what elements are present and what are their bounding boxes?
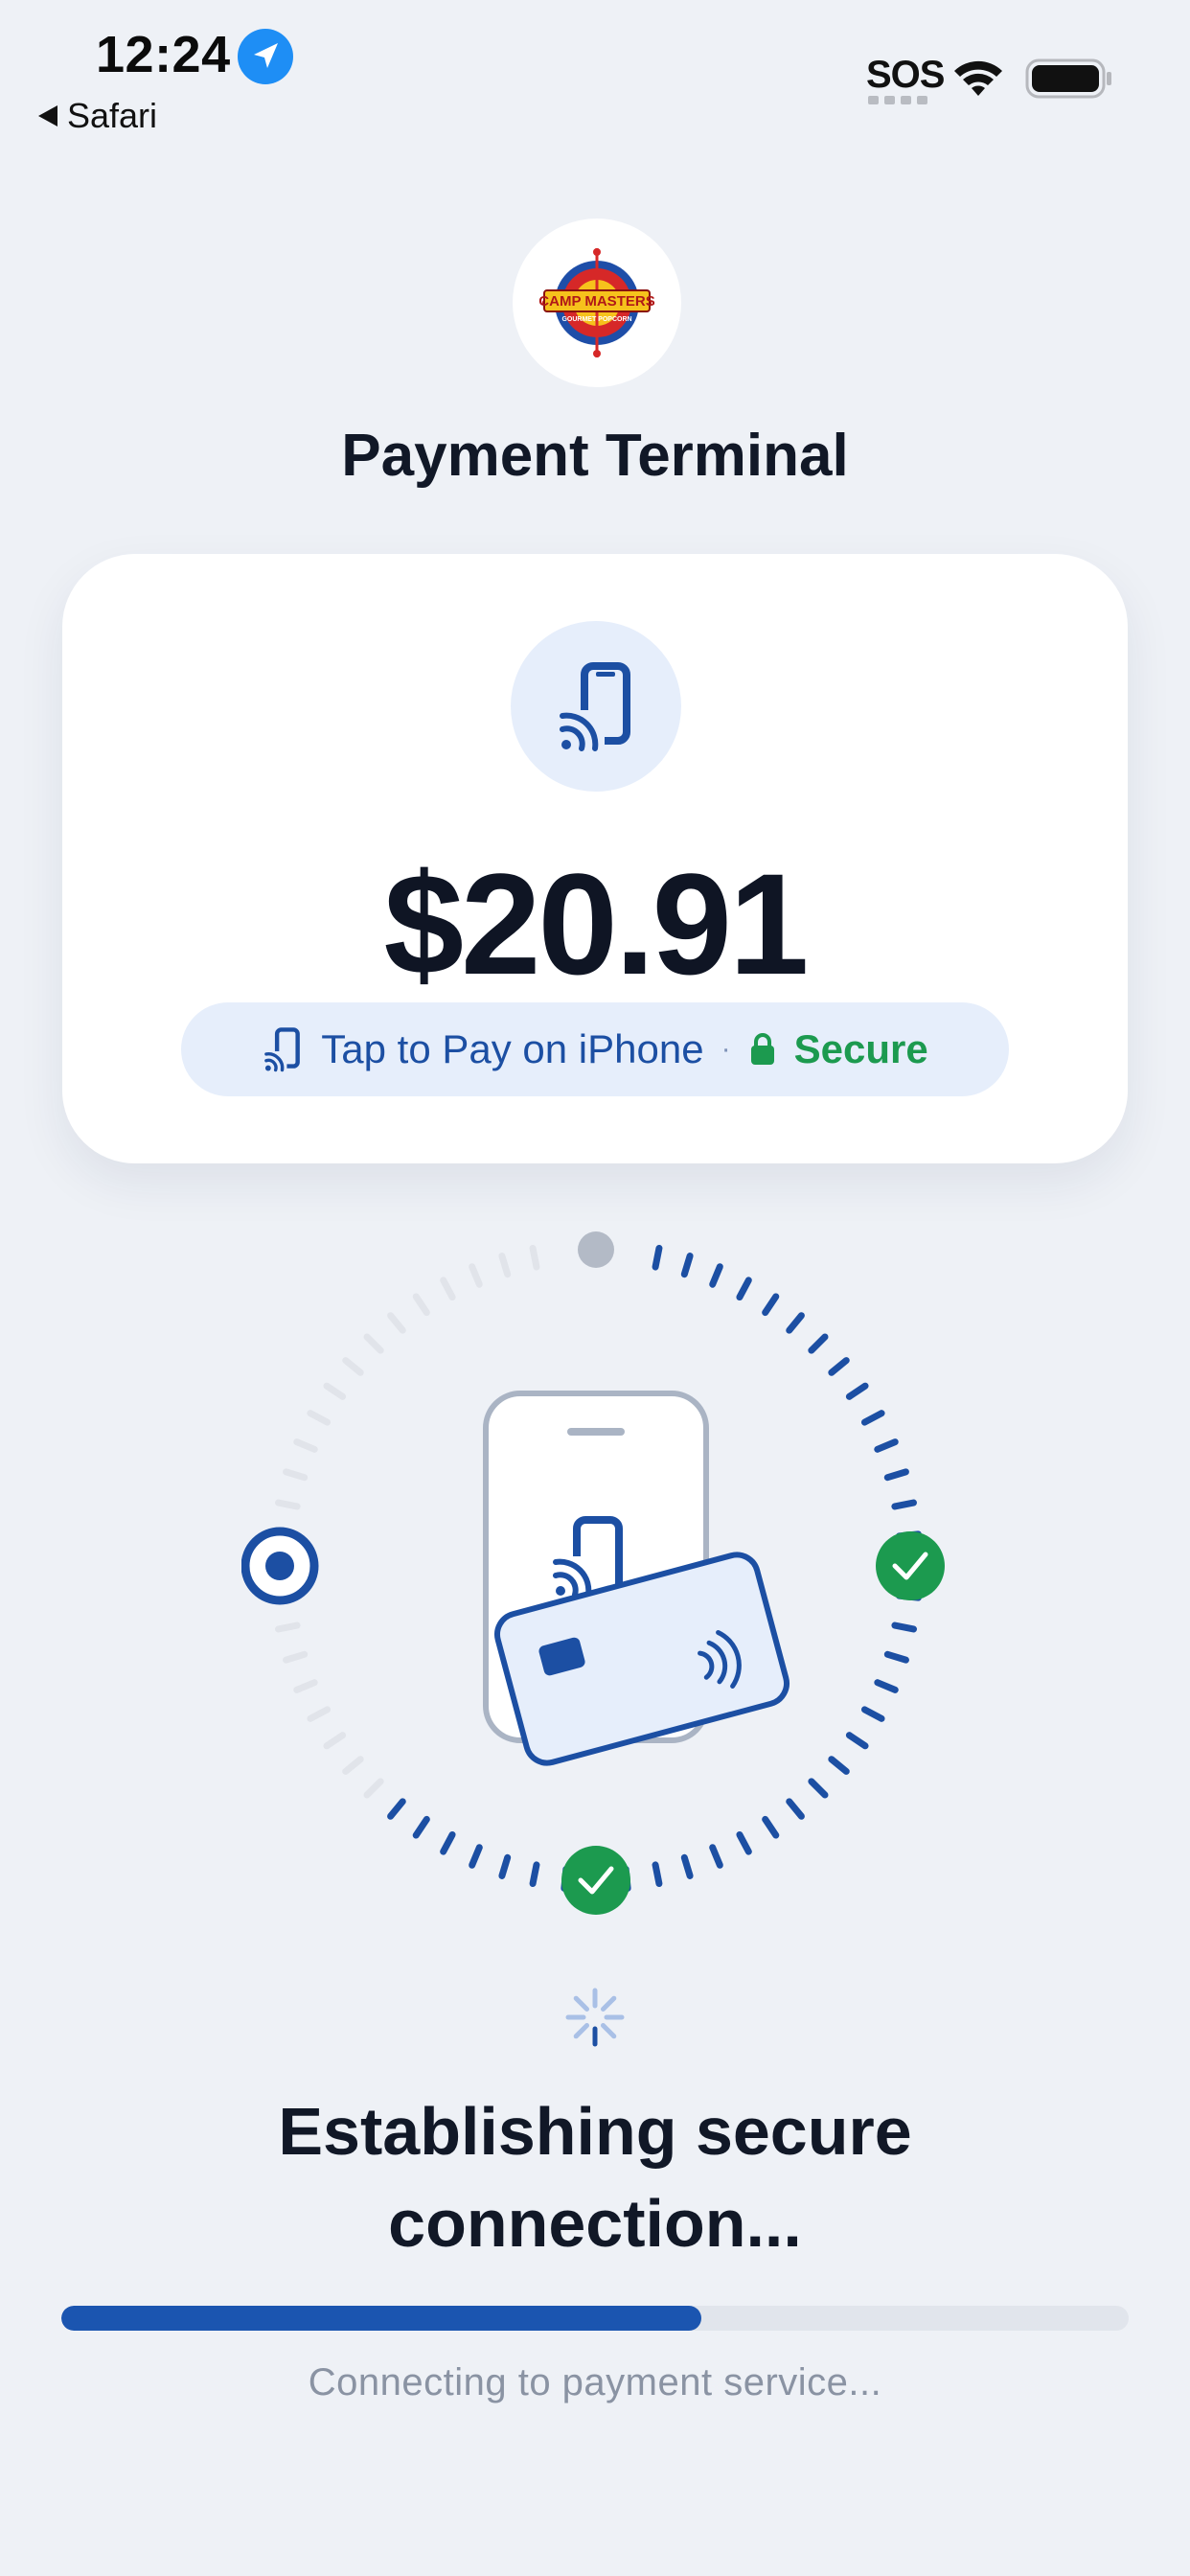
ring-tick-complete bbox=[680, 1853, 694, 1879]
payment-card: $20.91 Tap to Pay on iPhone · Secure bbox=[62, 554, 1128, 1163]
lock-icon bbox=[750, 1033, 774, 1065]
ring-tick-complete bbox=[469, 1844, 483, 1869]
ring-tick-complete bbox=[652, 1861, 663, 1888]
ring-tick-complete bbox=[860, 1410, 885, 1426]
ring-tick-complete bbox=[860, 1706, 885, 1722]
ring-tick-pending bbox=[293, 1679, 318, 1693]
spinner-spoke bbox=[573, 2022, 590, 2039]
ring-tick-complete bbox=[680, 1253, 694, 1278]
ring-tick-pending bbox=[307, 1410, 332, 1426]
tap-to-pay-small-icon bbox=[264, 1027, 301, 1072]
spinner-spoke bbox=[600, 2022, 617, 2039]
ring-tick-pending bbox=[440, 1276, 456, 1301]
ring-tick-complete bbox=[891, 1622, 918, 1633]
step-right-complete bbox=[876, 1531, 945, 1600]
progress-bar-fill bbox=[61, 2306, 702, 2331]
spinner-spoke bbox=[573, 1995, 590, 2012]
ring-tick-pending bbox=[342, 1357, 364, 1376]
ring-tick-pending bbox=[293, 1438, 318, 1453]
loading-spinner-icon bbox=[565, 1988, 625, 2047]
status-title: Establishing secure connection... bbox=[0, 2085, 1190, 2269]
merchant-logo: CAMP MASTERS GOURMET POPCORN bbox=[513, 218, 681, 387]
battery-icon bbox=[1025, 58, 1111, 99]
ring-tick-complete bbox=[736, 1276, 752, 1301]
step-top-pending bbox=[578, 1231, 614, 1268]
ring-tick-pending bbox=[323, 1732, 347, 1750]
ring-tick-pending bbox=[469, 1263, 483, 1288]
ring-tick-complete bbox=[808, 1333, 829, 1354]
ring-tick-complete bbox=[762, 1293, 780, 1317]
ring-tick-complete bbox=[845, 1732, 869, 1750]
ring-tick-complete bbox=[498, 1853, 512, 1879]
wifi-icon bbox=[954, 60, 1002, 96]
ring-tick-complete bbox=[709, 1844, 723, 1869]
ring-tick-pending bbox=[274, 1499, 301, 1510]
page-title: Payment Terminal bbox=[341, 423, 849, 489]
target-icon bbox=[241, 1527, 319, 1605]
camp-masters-logo-icon: CAMP MASTERS GOURMET POPCORN bbox=[538, 248, 655, 357]
logo-text: CAMP MASTERS bbox=[538, 293, 654, 310]
ring-tick-complete bbox=[412, 1815, 430, 1839]
ring-tick-pending bbox=[323, 1382, 347, 1400]
spinner-spoke bbox=[600, 1995, 617, 2012]
connection-progress-ring bbox=[241, 1231, 945, 1915]
step-bottom-complete bbox=[561, 1846, 630, 1915]
ring-tick-pending bbox=[342, 1756, 364, 1775]
ring-tick-pending bbox=[274, 1622, 301, 1633]
ring-tick-complete bbox=[652, 1244, 663, 1271]
back-to-safari[interactable]: Safari bbox=[38, 96, 157, 136]
logo-subtext: GOURMET POPCORN bbox=[561, 316, 631, 323]
sos-indicator: SOS bbox=[866, 54, 945, 96]
ring-tick-pending bbox=[307, 1706, 332, 1722]
ring-tick-complete bbox=[874, 1679, 899, 1693]
ring-tick-complete bbox=[883, 1468, 909, 1482]
separator-dot: · bbox=[721, 1033, 731, 1065]
payment-amount: $20.91 bbox=[383, 843, 810, 1004]
ring-tick-complete bbox=[709, 1263, 723, 1288]
ring-tick-complete bbox=[828, 1756, 850, 1775]
ring-tick-complete bbox=[736, 1830, 752, 1855]
ring-tick-complete bbox=[387, 1798, 406, 1820]
ring-tick-pending bbox=[498, 1253, 512, 1278]
ring-tick-complete bbox=[874, 1438, 899, 1453]
back-label: Safari bbox=[67, 96, 158, 135]
ring-tick-pending bbox=[412, 1293, 430, 1317]
ring-tick-complete bbox=[529, 1861, 540, 1888]
ring-tick-complete bbox=[786, 1798, 805, 1820]
status-subtitle: Connecting to payment service... bbox=[308, 2361, 882, 2404]
ring-tick-complete bbox=[828, 1357, 850, 1376]
ring-tick-pending bbox=[363, 1778, 384, 1799]
ring-tick-complete bbox=[891, 1499, 918, 1510]
ring-tick-pending bbox=[387, 1312, 406, 1334]
payment-method-label: Tap to Pay on iPhone bbox=[321, 1026, 704, 1071]
ring-tick-complete bbox=[762, 1815, 780, 1839]
back-arrow-icon bbox=[38, 105, 57, 126]
secure-label: Secure bbox=[793, 1026, 928, 1071]
ring-tick-complete bbox=[440, 1830, 456, 1855]
ring-tick-pending bbox=[283, 1650, 309, 1664]
ring-tick-complete bbox=[845, 1382, 869, 1400]
status-title-line1: Establishing secure bbox=[278, 2094, 912, 2169]
signal-dots bbox=[868, 96, 927, 104]
ring-tick-complete bbox=[883, 1650, 909, 1664]
progress-bar bbox=[61, 2306, 1129, 2331]
ring-tick-complete bbox=[808, 1778, 829, 1799]
ring-tick-pending bbox=[529, 1244, 540, 1271]
location-arrow-icon bbox=[238, 29, 293, 84]
status-title-line2: connection... bbox=[388, 2186, 802, 2261]
status-time: 12:24 bbox=[96, 26, 231, 83]
tap-to-pay-badge bbox=[511, 621, 681, 792]
payment-method-pill: Tap to Pay on iPhone · Secure bbox=[181, 1002, 1009, 1096]
ring-tick-pending bbox=[283, 1468, 309, 1482]
tap-to-pay-phone-icon bbox=[560, 662, 630, 751]
ring-tick-pending bbox=[363, 1333, 384, 1354]
ring-tick-complete bbox=[786, 1312, 805, 1334]
